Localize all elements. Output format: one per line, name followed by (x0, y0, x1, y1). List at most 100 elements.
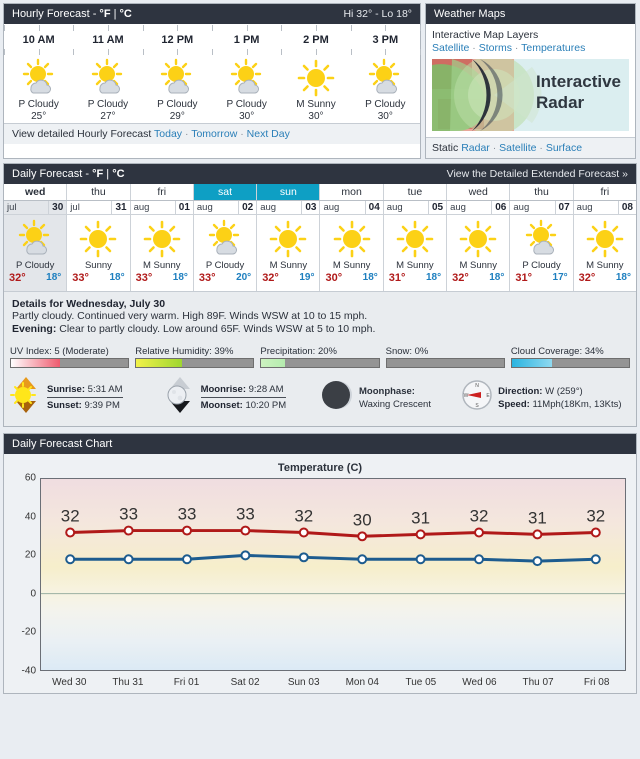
static-link-radar[interactable]: Radar (461, 142, 490, 154)
chart-data-point[interactable] (125, 555, 133, 563)
dow-cell[interactable]: mon (320, 184, 384, 200)
chart-data-point[interactable] (125, 527, 133, 535)
partly-cloudy-icon (4, 57, 73, 99)
dow-cell[interactable]: thu (510, 184, 574, 200)
chart-data-point[interactable] (241, 527, 249, 535)
hourly-footer-text: View detailed Hourly Forecast (12, 128, 152, 140)
chart-point-label: 32 (586, 507, 605, 526)
radar-label-line2: Radar (535, 93, 585, 112)
day-condition: M Sunny (269, 260, 308, 271)
dow-cell[interactable]: sat (193, 184, 258, 200)
chart-data-point[interactable] (183, 527, 191, 535)
chart-data-point[interactable] (300, 553, 308, 561)
hour-temp: 27° (100, 111, 116, 122)
extended-forecast-link[interactable]: View the Detailed Extended Forecast » (447, 164, 628, 184)
moonphase-block: Moonphase: Waxing Crescent (322, 377, 457, 418)
chart-point-label: 31 (411, 508, 430, 527)
separator: · (514, 42, 519, 54)
dow-cell[interactable]: sun (257, 184, 321, 200)
dow-cell[interactable]: tue (384, 184, 448, 200)
chart-data-point[interactable] (417, 555, 425, 563)
date-day: 06 (491, 201, 509, 214)
hour-cell[interactable]: P Cloudy 29° (143, 57, 212, 123)
map-link-satellite[interactable]: Satellite (432, 42, 469, 54)
chart-data-point[interactable] (66, 555, 74, 563)
daily-unit-c[interactable]: °C (112, 168, 124, 180)
compass-icon: NSEW (461, 379, 493, 416)
dow-cell[interactable]: wed (447, 184, 511, 200)
day-cell[interactable]: P Cloudy 32° 18° (4, 215, 68, 291)
day-cell[interactable]: M Sunny 33° 18° (131, 215, 194, 291)
hourly-unit-f[interactable]: °F (99, 8, 110, 20)
hour-cell[interactable]: P Cloudy 30° (351, 57, 420, 123)
separator: · (472, 42, 476, 54)
chart-data-point[interactable] (417, 530, 425, 538)
chart-data-point[interactable] (358, 532, 366, 540)
chart-data-point[interactable] (533, 530, 541, 538)
map-link-temperatures[interactable]: Temperatures (521, 42, 585, 54)
astronomy-row: Sunrise: 5:31 AM Sunset: 9:39 PM Moonris… (4, 372, 636, 426)
hour-column[interactable]: 10 AM (4, 33, 73, 48)
dow-cell[interactable]: fri (574, 184, 636, 200)
hour-cell[interactable]: P Cloudy 27° (73, 57, 142, 123)
bar-track (385, 358, 505, 368)
tick-mark (142, 25, 144, 31)
hour-column[interactable]: 11 AM (73, 33, 142, 48)
hour-condition: P Cloudy (226, 99, 267, 110)
chart-data-point[interactable] (475, 529, 483, 537)
hour-cell[interactable]: M Sunny 30° (281, 57, 350, 123)
day-condition: Sunny (84, 260, 112, 271)
chart-data-point[interactable] (66, 529, 74, 537)
day-cell[interactable]: M Sunny 30° 18° (320, 215, 384, 291)
hour-cell[interactable]: P Cloudy 25° (4, 57, 73, 123)
tick-mark (108, 49, 109, 55)
chart-y-tick-label: 40 (24, 511, 36, 523)
hourly-forecast-header: Hourly Forecast - °F | °C Hi 32° - Lo 18… (4, 4, 420, 24)
chart-data-point[interactable] (183, 555, 191, 563)
day-cell[interactable]: P Cloudy 33° 20° (194, 215, 258, 291)
hour-column[interactable]: 1 PM (212, 33, 281, 48)
chart-data-point[interactable] (592, 529, 600, 537)
daily-forecast-panel: Daily Forecast - °F | °C View the Detail… (3, 163, 637, 427)
chart-data-point[interactable] (300, 529, 308, 537)
hour-column[interactable]: 12 PM (143, 33, 212, 48)
details-day-text: Partly cloudy. Continued very warm. High… (12, 310, 368, 322)
hourly-unit-c[interactable]: °C (120, 8, 132, 20)
bar-fill (511, 359, 552, 367)
tick-mark (73, 25, 75, 31)
hourly-link-tomorrow[interactable]: Tomorrow (191, 128, 237, 140)
hourly-link-nextday[interactable]: Next Day (247, 128, 290, 140)
map-link-storms[interactable]: Storms (479, 42, 512, 54)
separator: · (184, 128, 189, 140)
chart-x-tick-label: Wed 30 (52, 677, 87, 688)
dow-cell[interactable]: fri (131, 184, 194, 200)
day-cell[interactable]: P Cloudy 31° 17° (510, 215, 574, 291)
day-cell[interactable]: M Sunny 32° 18° (447, 215, 511, 291)
chart-svg: 32 33 33 33 32 30 31 32 31 32 (41, 505, 625, 595)
chart-data-point[interactable] (241, 551, 249, 559)
day-low: 20° (236, 272, 252, 283)
chart-data-point[interactable] (592, 555, 600, 563)
static-link-satellite[interactable]: Satellite (499, 142, 536, 154)
interactive-radar-thumbnail[interactable]: Interactive Radar (432, 59, 629, 131)
hourly-link-today[interactable]: Today (154, 128, 182, 140)
chart-data-point[interactable] (475, 555, 483, 563)
chart-title: Temperature (C) (277, 462, 363, 474)
date-month: aug (386, 202, 403, 213)
dow-cell[interactable]: wed (4, 184, 68, 200)
static-link-surface[interactable]: Surface (546, 142, 582, 154)
chart-panel-title: Daily Forecast Chart (12, 438, 113, 450)
hour-column[interactable]: 3 PM (351, 33, 420, 48)
hour-column[interactable]: 2 PM (281, 33, 350, 48)
tick-mark (316, 25, 317, 31)
daily-unit-f[interactable]: °F (92, 168, 103, 180)
chart-data-point[interactable] (358, 555, 366, 563)
chart-data-point[interactable] (533, 557, 541, 565)
dow-cell[interactable]: thu (67, 184, 131, 200)
day-cell[interactable]: M Sunny 31° 18° (384, 215, 448, 291)
hour-cell[interactable]: P Cloudy 30° (212, 57, 281, 123)
day-cell[interactable]: M Sunny 32° 19° (257, 215, 321, 291)
day-cell[interactable]: M Sunny 32° 18° (574, 215, 636, 291)
date-day: 03 (301, 201, 319, 214)
day-cell[interactable]: Sunny 33° 18° (67, 215, 131, 291)
